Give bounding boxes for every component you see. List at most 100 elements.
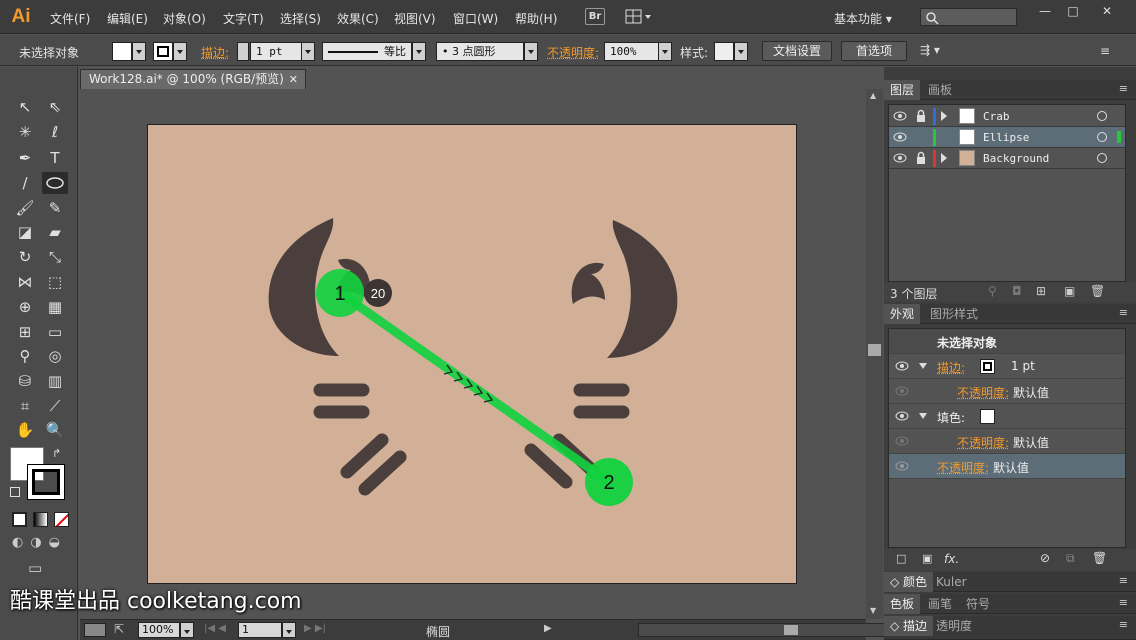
mesh-tool-icon[interactable]: ⊞ xyxy=(12,321,38,343)
trash-icon[interactable]: 🗑 xyxy=(1092,551,1107,565)
menu-edit[interactable]: 编辑(E) xyxy=(107,10,148,27)
locate-object-icon[interactable]: ⚲ xyxy=(988,284,997,298)
brush-definition[interactable]: • 3 点圆形 xyxy=(436,42,524,61)
tab-brushes[interactable]: 画笔 xyxy=(922,594,958,614)
scale-tool-icon[interactable]: ⤡ xyxy=(42,246,68,268)
screen-mode-icon[interactable]: ▭ xyxy=(28,559,42,577)
menu-help[interactable]: 帮助(H) xyxy=(515,10,557,27)
stroke-label[interactable]: 描边: xyxy=(201,44,229,61)
blend-tool-icon[interactable]: ◎ xyxy=(42,345,68,367)
hand-tool-icon[interactable]: ✋ xyxy=(12,419,38,441)
appearance-object-opacity-row[interactable]: 不透明度: 默认值 xyxy=(889,454,1125,479)
symbol-sprayer-tool-icon[interactable]: ⛁ xyxy=(12,370,38,392)
tab-transparency[interactable]: 透明度 xyxy=(930,616,978,636)
eyedropper-tool-icon[interactable]: ⚲ xyxy=(12,345,38,367)
rotate-tool-icon[interactable]: ↻ xyxy=(12,246,38,268)
color-panel-menu-icon[interactable]: ≡ xyxy=(1119,574,1128,587)
new-sublayer-icon[interactable]: ⊞ xyxy=(1036,284,1046,298)
duplicate-item-icon[interactable]: ⧉ xyxy=(1066,551,1075,566)
visibility-eye-icon[interactable] xyxy=(893,152,907,164)
tab-layers[interactable]: 图层 xyxy=(884,80,921,100)
tab-kuler[interactable]: Kuler xyxy=(930,572,973,592)
vertical-scroll-thumb[interactable] xyxy=(868,344,881,356)
none-mode-icon[interactable] xyxy=(54,512,69,527)
share-icon[interactable]: ⇱ xyxy=(114,622,124,636)
zoom-tool-icon[interactable]: 🔍 xyxy=(42,419,68,441)
tab-stroke[interactable]: ◇ 描边 xyxy=(884,616,934,636)
perspective-grid-tool-icon[interactable]: ▦ xyxy=(42,296,68,318)
minimize-button[interactable]: — xyxy=(1032,3,1058,19)
tab-symbols[interactable]: 符号 xyxy=(960,594,996,614)
first-artboard-icon[interactable]: |◀ ◀ xyxy=(204,623,226,634)
graphic-style-swatch[interactable] xyxy=(714,42,734,61)
stroke-swatch[interactable] xyxy=(153,42,173,61)
new-layer-icon[interactable]: ▣ xyxy=(1064,284,1075,298)
fill-dropdown[interactable] xyxy=(132,42,146,61)
layer-target-icon[interactable] xyxy=(1097,111,1107,121)
stroke-color-box[interactable] xyxy=(27,464,65,500)
layer-row-background[interactable]: Background xyxy=(889,148,1125,169)
visibility-eye-icon[interactable] xyxy=(895,360,909,372)
stroke-panel-menu-icon[interactable]: ≡ xyxy=(1119,618,1128,631)
visibility-eye-icon[interactable] xyxy=(895,435,909,447)
make-clipping-mask-icon[interactable]: ◘ xyxy=(1012,284,1022,298)
artboard-tool-icon[interactable]: ⌗ xyxy=(12,395,38,417)
stroke-stepper[interactable] xyxy=(237,42,249,61)
visibility-eye-icon[interactable] xyxy=(895,385,909,397)
blob-brush-tool-icon[interactable]: ◪ xyxy=(12,221,38,243)
stroke-dropdown[interactable] xyxy=(173,42,187,61)
swap-fill-stroke-icon[interactable]: ↱ xyxy=(52,447,61,460)
type-tool-icon[interactable]: T xyxy=(42,147,68,169)
expand-arrow-icon[interactable] xyxy=(941,111,947,121)
shape-builder-tool-icon[interactable]: ⊕ xyxy=(12,296,38,318)
maximize-button[interactable]: □ xyxy=(1060,3,1086,19)
default-fill-stroke-icon[interactable] xyxy=(10,487,20,497)
draw-modes-icon[interactable]: ◐◑◒ xyxy=(12,535,67,550)
visibility-eye-icon[interactable] xyxy=(895,460,909,472)
preferences-button[interactable]: 首选项 xyxy=(841,41,907,61)
close-window-button[interactable]: ✕ xyxy=(1094,3,1120,19)
menu-effect[interactable]: 效果(C) xyxy=(337,10,379,27)
add-stroke-icon[interactable]: □ xyxy=(896,552,906,565)
close-icon[interactable]: ✕ xyxy=(289,70,298,89)
appearance-stroke-opacity-row[interactable]: 不透明度: 默认值 xyxy=(889,379,1125,404)
opacity-field[interactable]: 100% xyxy=(604,42,659,61)
menu-window[interactable]: 窗口(W) xyxy=(453,10,498,27)
document-setup-button[interactable]: 文档设置 xyxy=(762,41,832,61)
appearance-stroke-row[interactable]: 描边: 1 pt xyxy=(889,354,1125,379)
magic-wand-tool-icon[interactable]: ✳ xyxy=(12,121,38,143)
cpu-preview-icon[interactable] xyxy=(84,623,106,637)
fill-swatch-icon[interactable] xyxy=(980,409,995,424)
lock-icon[interactable] xyxy=(915,109,927,123)
direct-selection-tool-icon[interactable]: ⇖ xyxy=(42,96,68,118)
selection-tool-icon[interactable]: ↖ xyxy=(12,96,38,118)
collapse-triangle-icon[interactable] xyxy=(919,363,927,369)
color-mode-icon[interactable] xyxy=(12,512,27,527)
fill-swatch[interactable] xyxy=(112,42,132,61)
eraser-tool-icon[interactable]: ▰ xyxy=(42,221,68,243)
appearance-fill-row[interactable]: 填色: xyxy=(889,404,1125,429)
clear-appearance-icon[interactable]: ⊘ xyxy=(1040,551,1050,565)
graphic-style-dropdown[interactable] xyxy=(734,42,748,61)
menu-select[interactable]: 选择(S) xyxy=(280,10,321,27)
visibility-eye-icon[interactable] xyxy=(893,131,907,143)
visibility-eye-icon[interactable] xyxy=(893,110,907,122)
paintbrush-tool-icon[interactable]: 🖌 xyxy=(12,197,38,219)
last-artboard-icon[interactable]: ▶ ▶| xyxy=(304,623,326,634)
column-graph-tool-icon[interactable]: ▥ xyxy=(42,370,68,392)
tab-artboards[interactable]: 画板 xyxy=(922,80,958,100)
layer-row-ellipse[interactable]: Ellipse xyxy=(889,127,1125,148)
isolate-mode-icon[interactable]: ⇶ ▾ xyxy=(920,43,950,59)
pen-tool-icon[interactable]: ✒ xyxy=(12,147,38,169)
lasso-tool-icon[interactable]: ℓ xyxy=(42,121,68,143)
lock-icon[interactable] xyxy=(915,151,927,165)
menu-object[interactable]: 对象(O) xyxy=(163,10,206,27)
horizontal-scroll-thumb[interactable] xyxy=(784,625,798,635)
menu-file[interactable]: 文件(F) xyxy=(50,10,90,27)
tab-graphic-styles[interactable]: 图形样式 xyxy=(924,304,984,324)
vertical-scrollbar[interactable]: ▲ ▼ xyxy=(866,89,883,619)
add-fill-icon[interactable]: ▣ xyxy=(922,552,932,565)
opacity-label[interactable]: 不透明度: xyxy=(547,44,599,61)
add-effect-icon[interactable]: fx. xyxy=(944,552,959,566)
pencil-tool-icon[interactable]: ✎ xyxy=(42,197,68,219)
